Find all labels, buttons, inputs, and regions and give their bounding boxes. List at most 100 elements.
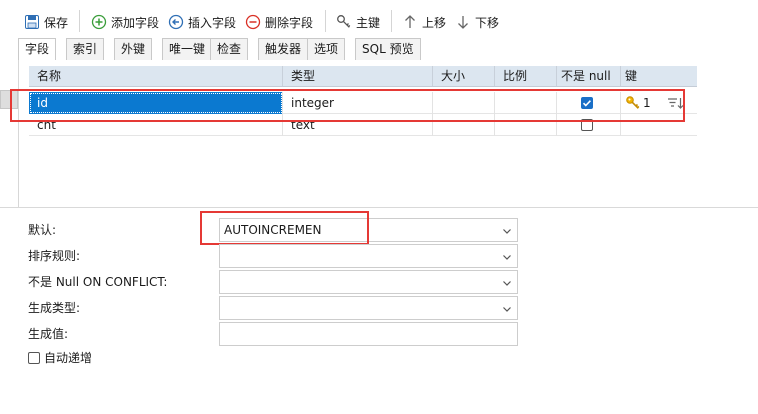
- tab-unique-keys[interactable]: 唯一键: [162, 38, 213, 60]
- field-name-cell[interactable]: cnt: [29, 114, 283, 136]
- key-order: 1: [643, 96, 651, 110]
- save-icon: [24, 14, 40, 30]
- toolbar-separator: [391, 10, 392, 32]
- not-null-cell: [557, 114, 621, 136]
- column-header-label: 名称: [37, 69, 62, 83]
- column-header-size[interactable]: 大小: [433, 66, 495, 86]
- delete-field-button[interactable]: 删除字段: [245, 11, 313, 33]
- field-type-cell[interactable]: text: [283, 114, 433, 136]
- column-header-not-null[interactable]: 不是 null: [557, 66, 621, 86]
- tab-label: 索引: [73, 42, 98, 56]
- field-size-cell[interactable]: [433, 92, 495, 114]
- field-name-cell[interactable]: id: [29, 92, 283, 114]
- tab-triggers[interactable]: 触发器: [258, 38, 309, 60]
- column-header-key[interactable]: 键: [621, 66, 697, 86]
- toolbar-separator: [325, 10, 326, 32]
- generated-value-label: 生成值:: [28, 327, 69, 341]
- on-conflict-label: 不是 Null ON CONFLICT:: [28, 275, 168, 289]
- field-type: text: [291, 118, 315, 132]
- tab-options[interactable]: 选项: [307, 38, 346, 60]
- field-name: cnt: [37, 118, 56, 132]
- tab-fields[interactable]: 字段: [18, 38, 57, 60]
- move-down-label: 下移: [475, 15, 500, 30]
- generated-type-combo[interactable]: [219, 296, 518, 320]
- tab-label: SQL 预览: [362, 42, 414, 56]
- tab-sql-preview[interactable]: SQL 预览: [355, 38, 421, 60]
- on-conflict-combo[interactable]: [219, 270, 518, 294]
- tab-foreign-keys[interactable]: 外键: [114, 38, 153, 60]
- generated-value-input[interactable]: [219, 322, 518, 346]
- key-icon: [336, 14, 352, 30]
- column-header-label: 类型: [291, 69, 316, 83]
- toolbar: 保存 添加字段 插入字段 删除字段 主键 上移 下移: [0, 0, 758, 40]
- column-header-name[interactable]: 名称: [29, 66, 283, 86]
- plus-circle-icon: [91, 14, 107, 30]
- move-down-button[interactable]: 下移: [455, 11, 499, 33]
- save-label: 保存: [44, 15, 69, 30]
- autoincrement-option[interactable]: 自动递增: [28, 349, 92, 366]
- field-scale-cell[interactable]: [495, 92, 557, 114]
- insert-field-button[interactable]: 插入字段: [168, 11, 236, 33]
- move-up-button[interactable]: 上移: [402, 11, 446, 33]
- default-combo[interactable]: AUTOINCREMEN: [219, 218, 518, 242]
- checkmark-icon: [582, 100, 591, 107]
- chevron-down-icon: [503, 307, 511, 312]
- grid-header: 名称 类型 大小 比例 不是 null 键: [29, 66, 697, 87]
- default-value: AUTOINCREMEN: [224, 223, 322, 237]
- add-field-button[interactable]: 添加字段: [91, 11, 159, 33]
- primary-key-label: 主键: [356, 15, 381, 30]
- add-field-label: 添加字段: [111, 15, 160, 30]
- column-header-label: 大小: [441, 69, 466, 83]
- not-null-cell: [557, 92, 621, 114]
- insert-field-label: 插入字段: [188, 15, 237, 30]
- autoincrement-checkbox[interactable]: [28, 351, 40, 364]
- field-size-cell[interactable]: [433, 114, 495, 136]
- minus-circle-icon: [245, 14, 261, 30]
- primary-key-button[interactable]: 主键: [336, 11, 380, 33]
- key-cell[interactable]: [621, 114, 697, 136]
- field-scale-cell[interactable]: [495, 114, 557, 136]
- tab-label: 检查: [217, 42, 242, 56]
- tab-label: 唯一键: [169, 42, 206, 56]
- chevron-down-icon: [503, 281, 511, 286]
- table-row[interactable]: cnt text: [29, 114, 697, 136]
- chevron-down-icon: [503, 229, 511, 234]
- column-header-scale[interactable]: 比例: [495, 66, 557, 86]
- column-header-label: 比例: [503, 69, 528, 83]
- panel-divider: [0, 207, 758, 208]
- table-row[interactable]: id integer 1: [29, 92, 697, 114]
- delete-field-label: 删除字段: [265, 15, 314, 30]
- tab-indexes[interactable]: 索引: [66, 38, 105, 60]
- field-name: id: [37, 96, 48, 110]
- arrow-left-circle-icon: [168, 14, 184, 30]
- tab-label: 选项: [314, 42, 339, 56]
- tab-bar: 字段 索引 外键 唯一键 检查 触发器 选项 SQL 预览: [0, 38, 758, 60]
- move-up-label: 上移: [422, 15, 447, 30]
- column-header-label: 键: [625, 69, 638, 83]
- tab-label: 外键: [121, 42, 146, 56]
- default-label: 默认:: [28, 223, 57, 237]
- autoincrement-label: 自动递增: [44, 351, 93, 365]
- key-cell[interactable]: 1: [621, 92, 697, 114]
- arrow-down-icon: [455, 14, 471, 30]
- fields-grid: 名称 类型 大小 比例 不是 null 键 id integer 1 cnt t…: [18, 60, 758, 207]
- collation-label: 排序规则:: [28, 249, 81, 263]
- column-header-type[interactable]: 类型: [283, 66, 433, 86]
- field-type-cell[interactable]: integer: [283, 92, 433, 114]
- save-button[interactable]: 保存: [24, 11, 68, 33]
- generated-type-label: 生成类型:: [28, 301, 81, 315]
- row-selector[interactable]: [0, 90, 18, 109]
- not-null-checkbox[interactable]: [581, 97, 593, 109]
- field-type: integer: [291, 96, 334, 110]
- arrow-up-icon: [402, 14, 418, 30]
- collation-combo[interactable]: [219, 244, 518, 268]
- tab-label: 触发器: [265, 42, 302, 56]
- column-header-label: 不是 null: [561, 69, 611, 83]
- sort-order-icon[interactable]: [667, 95, 685, 114]
- not-null-checkbox[interactable]: [581, 119, 593, 131]
- tab-checks[interactable]: 检查: [210, 38, 249, 60]
- toolbar-separator: [79, 10, 80, 32]
- tab-label: 字段: [25, 42, 50, 56]
- primary-key-icon: [625, 95, 641, 114]
- chevron-down-icon: [503, 255, 511, 260]
